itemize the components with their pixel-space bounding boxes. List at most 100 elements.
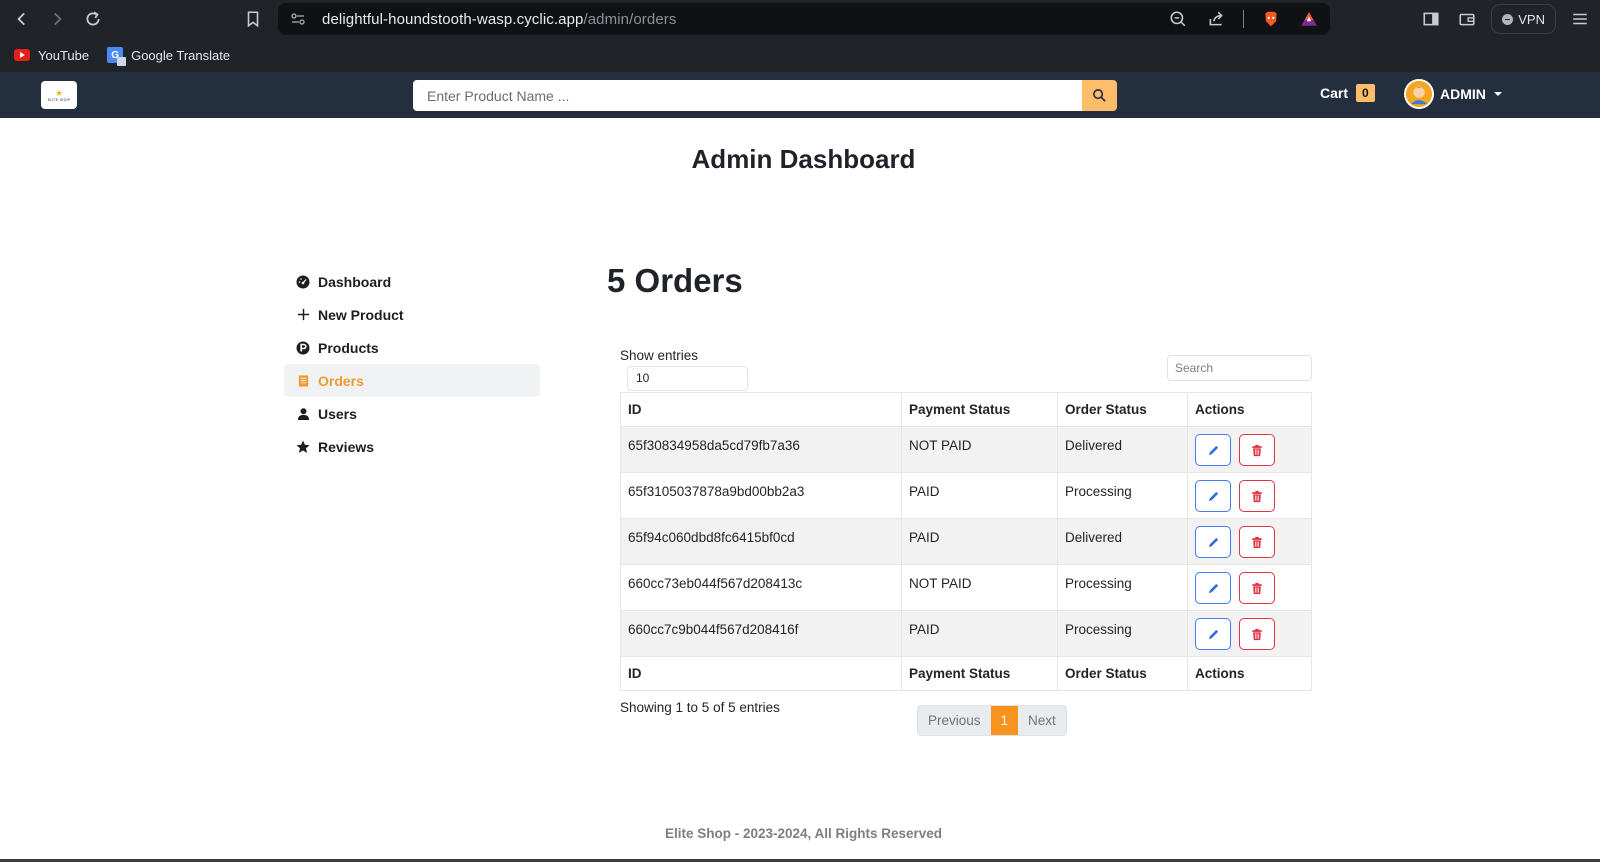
trash-icon	[1252, 490, 1262, 502]
delete-order-button[interactable]	[1238, 480, 1275, 512]
sidebar-item-orders[interactable]: Orders	[284, 364, 540, 397]
vpn-button[interactable]: VPN	[1491, 4, 1556, 34]
delete-order-button[interactable]	[1238, 618, 1275, 650]
plus-icon	[296, 308, 310, 322]
pagination-page-1[interactable]: 1	[990, 706, 1019, 735]
trash-icon	[1252, 444, 1262, 456]
bookmark-google-translate[interactable]: G Google Translate	[107, 47, 231, 66]
table-footer-row: ID Payment Status Order Status Actions	[620, 656, 1312, 691]
order-status: Processing	[1057, 472, 1188, 519]
reload-icon	[86, 11, 100, 26]
payment-status: PAID	[901, 610, 1058, 657]
address-bar[interactable]: delightful-houndstooth-wasp.cyclic.app/a…	[278, 3, 1330, 35]
edit-order-button[interactable]	[1195, 480, 1231, 512]
table-search-input[interactable]	[1167, 355, 1312, 381]
cart-count-badge: 0	[1356, 84, 1375, 102]
column-header-id[interactable]: ID	[620, 392, 902, 427]
tachometer-icon	[296, 275, 310, 289]
footer-header-order-status: Order Status	[1057, 656, 1188, 691]
order-id: 65f3105037878a9bd00bb2a3	[620, 472, 902, 519]
pagination-previous[interactable]: Previous	[918, 706, 991, 735]
sidebar-item-dashboard[interactable]: Dashboard	[284, 265, 540, 298]
table-row: 660cc73eb044f567d208413c NOT PAID Proces…	[620, 564, 1312, 611]
footer-header-actions: Actions	[1187, 656, 1312, 691]
url-text[interactable]: delightful-houndstooth-wasp.cyclic.app/a…	[322, 11, 676, 28]
pagination-next[interactable]: Next	[1018, 706, 1066, 735]
site-settings-icon[interactable]	[290, 11, 306, 27]
share-icon[interactable]	[1205, 8, 1227, 30]
admin-sidebar: Dashboard New Product Products Orders Us…	[284, 265, 540, 463]
url-path: /admin/orders	[583, 10, 677, 28]
pagination: Previous 1 Next	[917, 705, 1067, 736]
product-search	[413, 80, 1117, 111]
column-header-payment-status[interactable]: Payment Status	[901, 392, 1058, 427]
brave-rewards-icon[interactable]	[1298, 8, 1320, 30]
order-id: 660cc73eb044f567d208413c	[620, 564, 902, 611]
sidebar-item-reviews[interactable]: Reviews	[284, 430, 540, 463]
orders-heading: 5 Orders	[607, 262, 743, 299]
search-icon	[1093, 89, 1106, 102]
forward-button[interactable]	[45, 7, 69, 31]
delete-order-button[interactable]	[1238, 434, 1275, 466]
cart-link[interactable]: Cart 0	[1320, 84, 1375, 102]
show-entries-label: Show entries	[620, 348, 699, 363]
sidebar-item-new-product[interactable]: New Product	[284, 298, 540, 331]
url-divider	[1243, 10, 1244, 28]
search-button[interactable]	[1082, 80, 1117, 111]
payment-status: PAID	[901, 518, 1058, 565]
caret-down-icon	[1493, 92, 1502, 96]
chevron-left-icon	[17, 12, 25, 26]
logo[interactable]: ★ ELITE SHOP	[41, 81, 77, 109]
order-status: Delivered	[1057, 426, 1188, 473]
menu-icon[interactable]	[1568, 7, 1592, 31]
pencil-icon	[1208, 537, 1218, 547]
sidebar-label: Orders	[318, 372, 364, 389]
order-status: Delivered	[1057, 518, 1188, 565]
payment-status: PAID	[901, 472, 1058, 519]
pencil-icon	[1208, 491, 1218, 501]
back-button[interactable]	[10, 7, 34, 31]
chevron-right-icon	[54, 12, 62, 26]
sidebar-toggle-icon[interactable]	[1419, 7, 1443, 31]
trash-icon	[1252, 628, 1262, 640]
google-translate-icon: G	[107, 47, 127, 66]
row-actions	[1187, 518, 1312, 565]
pencil-icon	[1208, 583, 1218, 593]
bookmark-label: YouTube	[38, 47, 90, 63]
app-navbar: ★ ELITE SHOP Cart 0 ADMIN	[0, 72, 1600, 118]
wallet-icon[interactable]	[1455, 7, 1479, 31]
sidebar-label: Products	[318, 339, 379, 356]
row-actions	[1187, 610, 1312, 657]
bookmark-icon	[247, 11, 259, 28]
pencil-icon	[1208, 445, 1218, 455]
column-header-order-status[interactable]: Order Status	[1057, 392, 1188, 427]
star-icon	[296, 440, 310, 454]
product-hunt-icon	[296, 341, 310, 355]
edit-order-button[interactable]	[1195, 572, 1231, 604]
user-dropdown[interactable]: ADMIN	[1404, 79, 1502, 109]
delete-order-button[interactable]	[1238, 572, 1275, 604]
brave-shields-icon[interactable]	[1260, 8, 1282, 30]
bookmark-button[interactable]	[241, 7, 265, 31]
edit-order-button[interactable]	[1195, 434, 1231, 466]
edit-order-button[interactable]	[1195, 618, 1231, 650]
bookmark-youtube[interactable]: YouTube	[14, 48, 89, 63]
trash-icon	[1252, 582, 1262, 594]
zoom-out-icon[interactable]	[1167, 8, 1189, 30]
table-row: 65f30834958da5cd79fb7a36 NOT PAID Delive…	[620, 426, 1312, 473]
cart-label: Cart	[1320, 85, 1349, 101]
avatar	[1404, 79, 1434, 109]
browser-chrome: delightful-houndstooth-wasp.cyclic.app/a…	[0, 0, 1600, 72]
trash-icon	[1252, 536, 1262, 548]
reload-button[interactable]	[81, 7, 105, 31]
edit-order-button[interactable]	[1195, 526, 1231, 558]
column-header-actions[interactable]: Actions	[1187, 392, 1312, 427]
product-search-input[interactable]	[413, 80, 1082, 111]
sidebar-item-users[interactable]: Users	[284, 397, 540, 430]
order-status: Processing	[1057, 564, 1188, 611]
delete-order-button[interactable]	[1238, 526, 1275, 558]
entries-per-page-select[interactable]: 10	[627, 366, 748, 391]
bookmark-label: Google Translate	[131, 47, 231, 63]
orders-table: ID Payment Status Order Status Actions 6…	[620, 392, 1312, 691]
sidebar-item-products[interactable]: Products	[284, 331, 540, 364]
